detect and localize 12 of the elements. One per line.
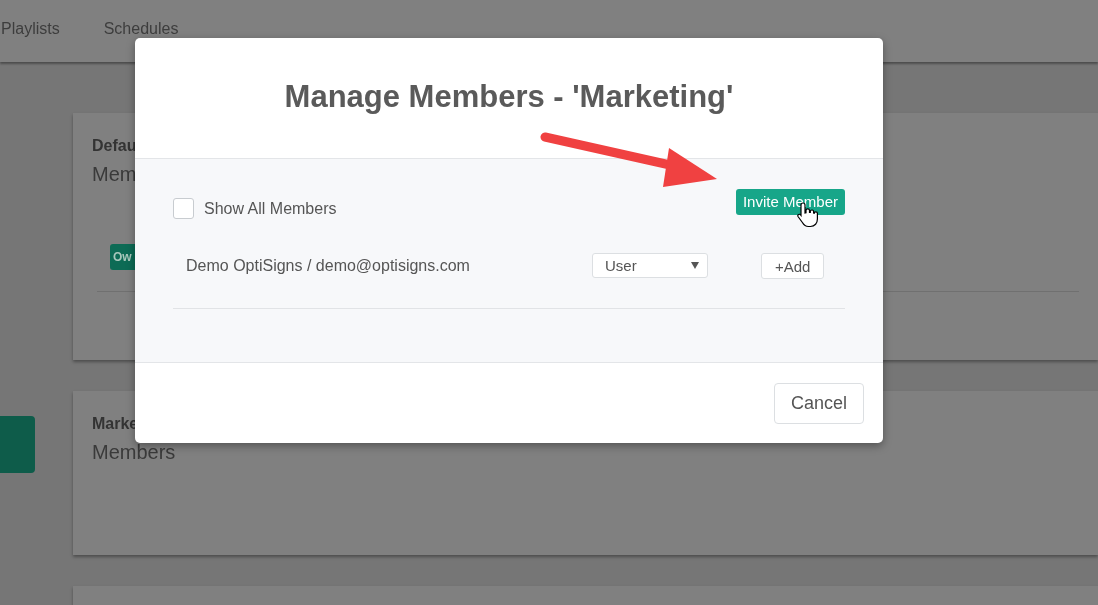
cancel-button[interactable]: Cancel: [773, 382, 864, 424]
checkbox[interactable]: [173, 198, 194, 219]
group-subtitle: Mem: [92, 163, 138, 186]
dropdown-caret-icon: [691, 262, 699, 269]
side-button[interactable]: [0, 416, 35, 473]
add-button[interactable]: +Add: [761, 252, 825, 279]
member-name: Demo OptiSigns / demo@optisigns.com: [186, 256, 471, 275]
checkbox-label: Show All Members: [204, 199, 337, 218]
dialog-title: Manage Members - 'Marketing': [284, 79, 734, 116]
group-subtitle: Members: [92, 441, 177, 464]
group-title: Defau: [92, 137, 138, 155]
role-select[interactable]: User: [592, 253, 708, 278]
